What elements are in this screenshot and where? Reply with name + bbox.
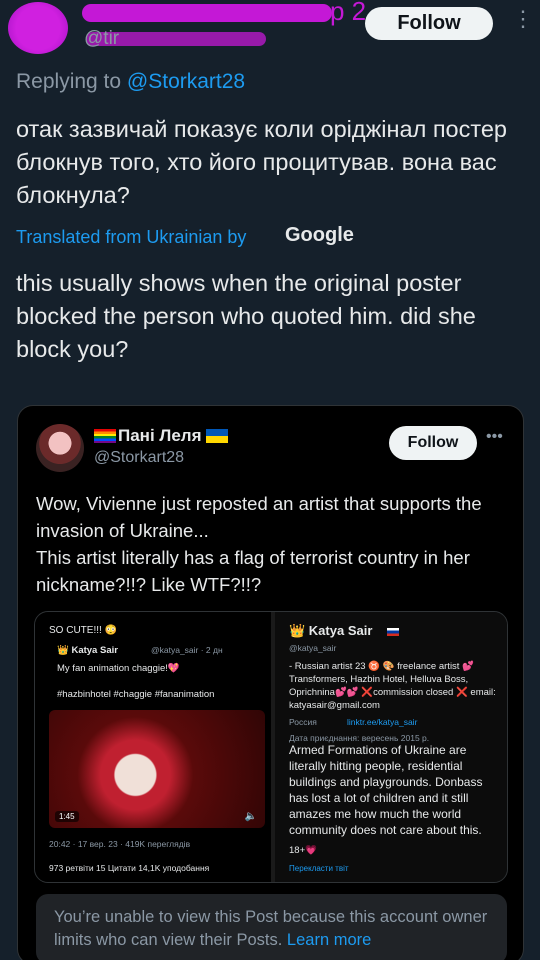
reply-author-header: р 2 @tir Follow ⋮	[0, 0, 540, 60]
embedded-left-author: 👑 Katya Sair	[57, 645, 118, 656]
quote-tweet-card[interactable]: Пані Леля @Storkart28 Follow ••• Wow, Vi…	[17, 405, 524, 960]
more-vertical-icon[interactable]: ⋮	[512, 6, 534, 32]
video-duration: 1:45	[55, 811, 79, 822]
embedded-right-overlay-text: Armed Formations of Ukraine are literall…	[289, 743, 483, 837]
volume-icon: 🔈	[244, 811, 257, 822]
embedded-right-handle: @katya_sair	[289, 643, 337, 653]
embedded-left-title: SO CUTE!!! 😳	[49, 625, 118, 636]
replying-mention-link[interactable]: @Storkart28	[127, 70, 245, 93]
quote-tweet-text: Wow, Vivienne just reposted an artist th…	[36, 490, 516, 598]
embedded-left-caption: My fan animation chaggie!💖	[57, 663, 180, 674]
google-logo: Google	[285, 224, 354, 246]
author-name-tail: р 2	[330, 0, 367, 26]
embedded-right-translate: Перекласти твіт	[289, 864, 349, 873]
quote-follow-button[interactable]: Follow	[389, 426, 477, 460]
embedded-right-panel: 👑 Katya Sair @katya_sair - Russian artis…	[275, 612, 507, 882]
russia-flag-icon	[387, 628, 399, 636]
embedded-video-thumbnail: 1:45 🔈	[49, 710, 265, 828]
more-horizontal-icon[interactable]: •••	[486, 428, 503, 446]
replying-prefix: Replying to	[16, 70, 127, 93]
quote-author-name-row: Пані Леля	[94, 426, 228, 446]
restricted-text: You’re unable to view this Post because …	[54, 908, 488, 949]
embedded-left-meta: @katya_sair · 2 дн	[151, 645, 223, 655]
embedded-screenshot-image[interactable]: SO CUTE!!! 😳 👑 Katya Sair @katya_sair · …	[34, 611, 508, 883]
embedded-left-tags: #hazbinhotel #chaggie #fananimation	[57, 689, 215, 700]
quote-text-line-2: This artist literally has a flag of terr…	[36, 547, 470, 595]
quote-author-name[interactable]: Пані Леля	[118, 426, 202, 446]
author-name-redacted	[82, 4, 332, 22]
follow-button[interactable]: Follow	[365, 7, 493, 40]
replying-to: Replying to @Storkart28	[16, 70, 245, 94]
tweet-translated-text: this usually shows when the original pos…	[16, 270, 476, 362]
embedded-left-panel: SO CUTE!!! 😳 👑 Katya Sair @katya_sair · …	[35, 612, 271, 882]
embedded-left-footer: 20:42 · 17 вер. 23 · 419K переглядів	[49, 839, 191, 849]
author-avatar-redacted[interactable]	[8, 2, 68, 54]
rainbow-flag-icon	[94, 429, 116, 443]
embedded-right-bio: - Russian artist 23 ♉ 🎨 freelance artist…	[289, 661, 496, 711]
translated-from-link[interactable]: Translated from Ukrainian by	[16, 227, 246, 248]
ukraine-flag-icon	[205, 429, 228, 443]
embedded-left-stats: 973 ретвіти 15 Цитати 14,1K уподобання	[49, 863, 210, 873]
quote-text-line-1: Wow, Vivienne just reposted an artist th…	[36, 493, 482, 541]
tweet-original-text: отак зазвичай показує коли оріджінал пос…	[16, 116, 507, 208]
embedded-right-link: linktr.ee/katya_sair	[347, 717, 418, 727]
restricted-post-notice: You’re unable to view this Post because …	[36, 894, 507, 960]
quote-author-avatar[interactable]	[36, 424, 84, 472]
learn-more-link[interactable]: Learn more	[287, 931, 371, 949]
embedded-right-age: 18+💗	[289, 845, 317, 856]
author-handle-fragment: @tir	[84, 28, 120, 49]
embedded-right-name: 👑 Katya Sair	[289, 623, 373, 638]
embedded-right-location: Россия	[289, 717, 317, 727]
quote-author-handle[interactable]: @Storkart28	[94, 449, 184, 467]
